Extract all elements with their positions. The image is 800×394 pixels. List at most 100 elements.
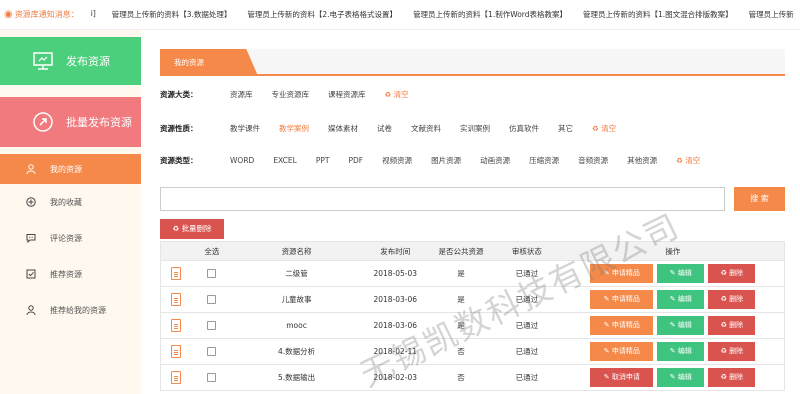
is-public: 是	[457, 295, 465, 304]
resource-name[interactable]: 4.数据分析	[233, 346, 361, 357]
header-actions: 操作	[665, 246, 681, 256]
edit-square-icon: ✎	[603, 321, 610, 329]
sidebar-item-label: 我的资源	[50, 164, 82, 174]
select-all-header[interactable]: 全选	[191, 246, 233, 257]
action-label: 取消申请	[611, 373, 640, 381]
filter-option[interactable]: 教学课件	[230, 123, 260, 134]
check-square-icon	[26, 269, 36, 279]
sidebar-item-recommended-to-me[interactable]: 推荐给我的资源	[0, 292, 141, 328]
bulk-delete-label: 批量删除	[181, 224, 212, 233]
publish-date: 2018-02-03	[373, 373, 418, 382]
sidebar-item-recommended[interactable]: 推荐资源	[0, 256, 141, 292]
action-label: 申请精品	[611, 295, 640, 303]
search-input[interactable]	[160, 187, 725, 211]
tab-my-resources[interactable]: 我的资源	[160, 49, 258, 76]
resource-name[interactable]: mooc	[233, 321, 361, 330]
edit-button[interactable]: ✎ 编辑	[657, 290, 705, 309]
publish-resource-button[interactable]: 发布资源	[0, 37, 141, 85]
filter-option[interactable]: 压缩资源	[529, 155, 559, 166]
document-icon	[170, 293, 181, 306]
actions-cell: ✎ 申请精品 ✎ 编辑 ♻ 删除	[562, 316, 784, 335]
clear-label: 清空	[685, 156, 701, 165]
row-checkbox[interactable]	[207, 373, 217, 383]
filter-option[interactable]: 视频资源	[382, 155, 412, 166]
sidebar-item-my-resources[interactable]: 我的资源	[0, 154, 141, 184]
notice-item[interactable]: 管理员上传新的资料【1.制作Word表格教案】	[413, 9, 567, 20]
pencil-icon: ✎	[669, 321, 676, 329]
sidebar-item-comment-resources[interactable]: 评论资源	[0, 220, 141, 256]
cancel-apply-button[interactable]: ✎ 取消申请	[590, 368, 654, 387]
delete-label: 删除	[729, 295, 744, 303]
filter-option[interactable]: 资源库	[230, 89, 253, 100]
filter-option[interactable]: EXCEL	[273, 156, 297, 165]
apply-premium-button[interactable]: ✎ 申请精品	[590, 342, 654, 361]
clear-filter-button[interactable]: ♻ 清空	[592, 123, 616, 134]
resource-name[interactable]: 5.数据输出	[233, 372, 361, 383]
apply-premium-button[interactable]: ✎ 申请精品	[590, 316, 654, 335]
filter-option-selected[interactable]: 教学案例	[279, 123, 309, 134]
edit-button[interactable]: ✎ 编辑	[657, 342, 705, 361]
sidebar-menu: 我的资源 我的收藏 评论资源 推荐资源 推荐给我的资源	[0, 154, 141, 328]
delete-button[interactable]: ♻ 删除	[708, 290, 756, 309]
filter-option[interactable]: 文献资料	[411, 123, 441, 134]
batch-publish-button[interactable]: 批量发布资源	[0, 97, 141, 147]
filter-option[interactable]: 专业资源库	[272, 89, 310, 100]
review-status: 已通过	[515, 347, 539, 356]
bulk-delete-button[interactable]: ♻ 批量删除	[160, 219, 224, 239]
filter-option[interactable]: PPT	[316, 156, 330, 165]
filter-option[interactable]: 其他资源	[627, 155, 657, 166]
is-public: 否	[457, 347, 465, 356]
filter-option[interactable]: 实训案例	[460, 123, 490, 134]
filter-option[interactable]: 媒体素材	[328, 123, 358, 134]
table-row: 4.数据分析 2018-02-11 否已通过 ✎ 申请精品 ✎ 编辑 ♻ 删除	[160, 339, 785, 365]
trash-icon: ♻	[720, 269, 727, 277]
pencil-icon: ✎	[669, 373, 676, 381]
resource-table: 全选 资源名称 发布时间 是否公共资源 审核状态 操作 二级管 2018-05-0…	[160, 241, 785, 391]
filter-option[interactable]: WORD	[230, 156, 254, 165]
filter-option[interactable]: 试卷	[377, 123, 392, 134]
pencil-icon: ✎	[669, 295, 676, 303]
row-checkbox[interactable]	[207, 321, 217, 331]
delete-button[interactable]: ♻ 删除	[708, 316, 756, 335]
clear-label: 清空	[393, 90, 409, 99]
clear-filter-button[interactable]: ♻ 清空	[385, 89, 409, 100]
row-checkbox[interactable]	[207, 269, 217, 279]
apply-premium-button[interactable]: ✎ 申请精品	[590, 264, 654, 283]
filter-option[interactable]: 仿真软件	[509, 123, 539, 134]
edit-button[interactable]: ✎ 编辑	[657, 368, 705, 387]
notice-item[interactable]: i]	[91, 9, 96, 20]
file-cell	[161, 293, 191, 306]
row-checkbox[interactable]	[207, 347, 217, 357]
filter-type: 资源类型： WORD EXCEL PPT PDF 视频资源 图片资源 动画资源 …	[160, 155, 700, 166]
filter-option[interactable]: PDF	[348, 156, 363, 165]
notice-item[interactable]: 管理员上传新的资料【3.数据处理】	[112, 9, 232, 20]
delete-button[interactable]: ♻ 删除	[708, 368, 756, 387]
filter-option[interactable]: 其它	[558, 123, 573, 134]
edit-button[interactable]: ✎ 编辑	[657, 264, 705, 283]
is-public: 否	[457, 373, 465, 382]
notice-item[interactable]: 管理员上传新	[749, 9, 794, 20]
row-checkbox[interactable]	[207, 295, 217, 305]
search-button[interactable]: 搜 索	[734, 187, 785, 211]
file-cell	[161, 319, 191, 332]
filter-option[interactable]: 动画资源	[480, 155, 510, 166]
checkbox-cell	[191, 373, 233, 383]
apply-premium-button[interactable]: ✎ 申请精品	[590, 290, 654, 309]
notice-item[interactable]: 管理员上传新的资料【2.电子表格格式设置】	[247, 9, 397, 20]
resource-name[interactable]: 二级管	[233, 268, 361, 279]
delete-button[interactable]: ♻ 删除	[708, 342, 756, 361]
filter-option[interactable]: 音频资源	[578, 155, 608, 166]
notice-item[interactable]: 管理员上传新的资料【1.图文混合排版教案】	[583, 9, 733, 20]
edit-button[interactable]: ✎ 编辑	[657, 316, 705, 335]
trash-icon: ♻	[676, 156, 683, 165]
sidebar-item-my-favorites[interactable]: 我的收藏	[0, 184, 141, 220]
pencil-icon: ✎	[669, 347, 676, 355]
trash-icon: ♻	[720, 373, 727, 381]
resource-name[interactable]: 儿童故事	[233, 294, 361, 305]
filter-option[interactable]: 课程资源库	[328, 89, 366, 100]
delete-button[interactable]: ♻ 删除	[708, 264, 756, 283]
header-public: 是否公共资源	[438, 246, 484, 256]
clear-filter-button[interactable]: ♻ 清空	[676, 155, 700, 166]
actions-cell: ✎ 取消申请 ✎ 编辑 ♻ 删除	[562, 368, 784, 387]
filter-option[interactable]: 图片资源	[431, 155, 461, 166]
